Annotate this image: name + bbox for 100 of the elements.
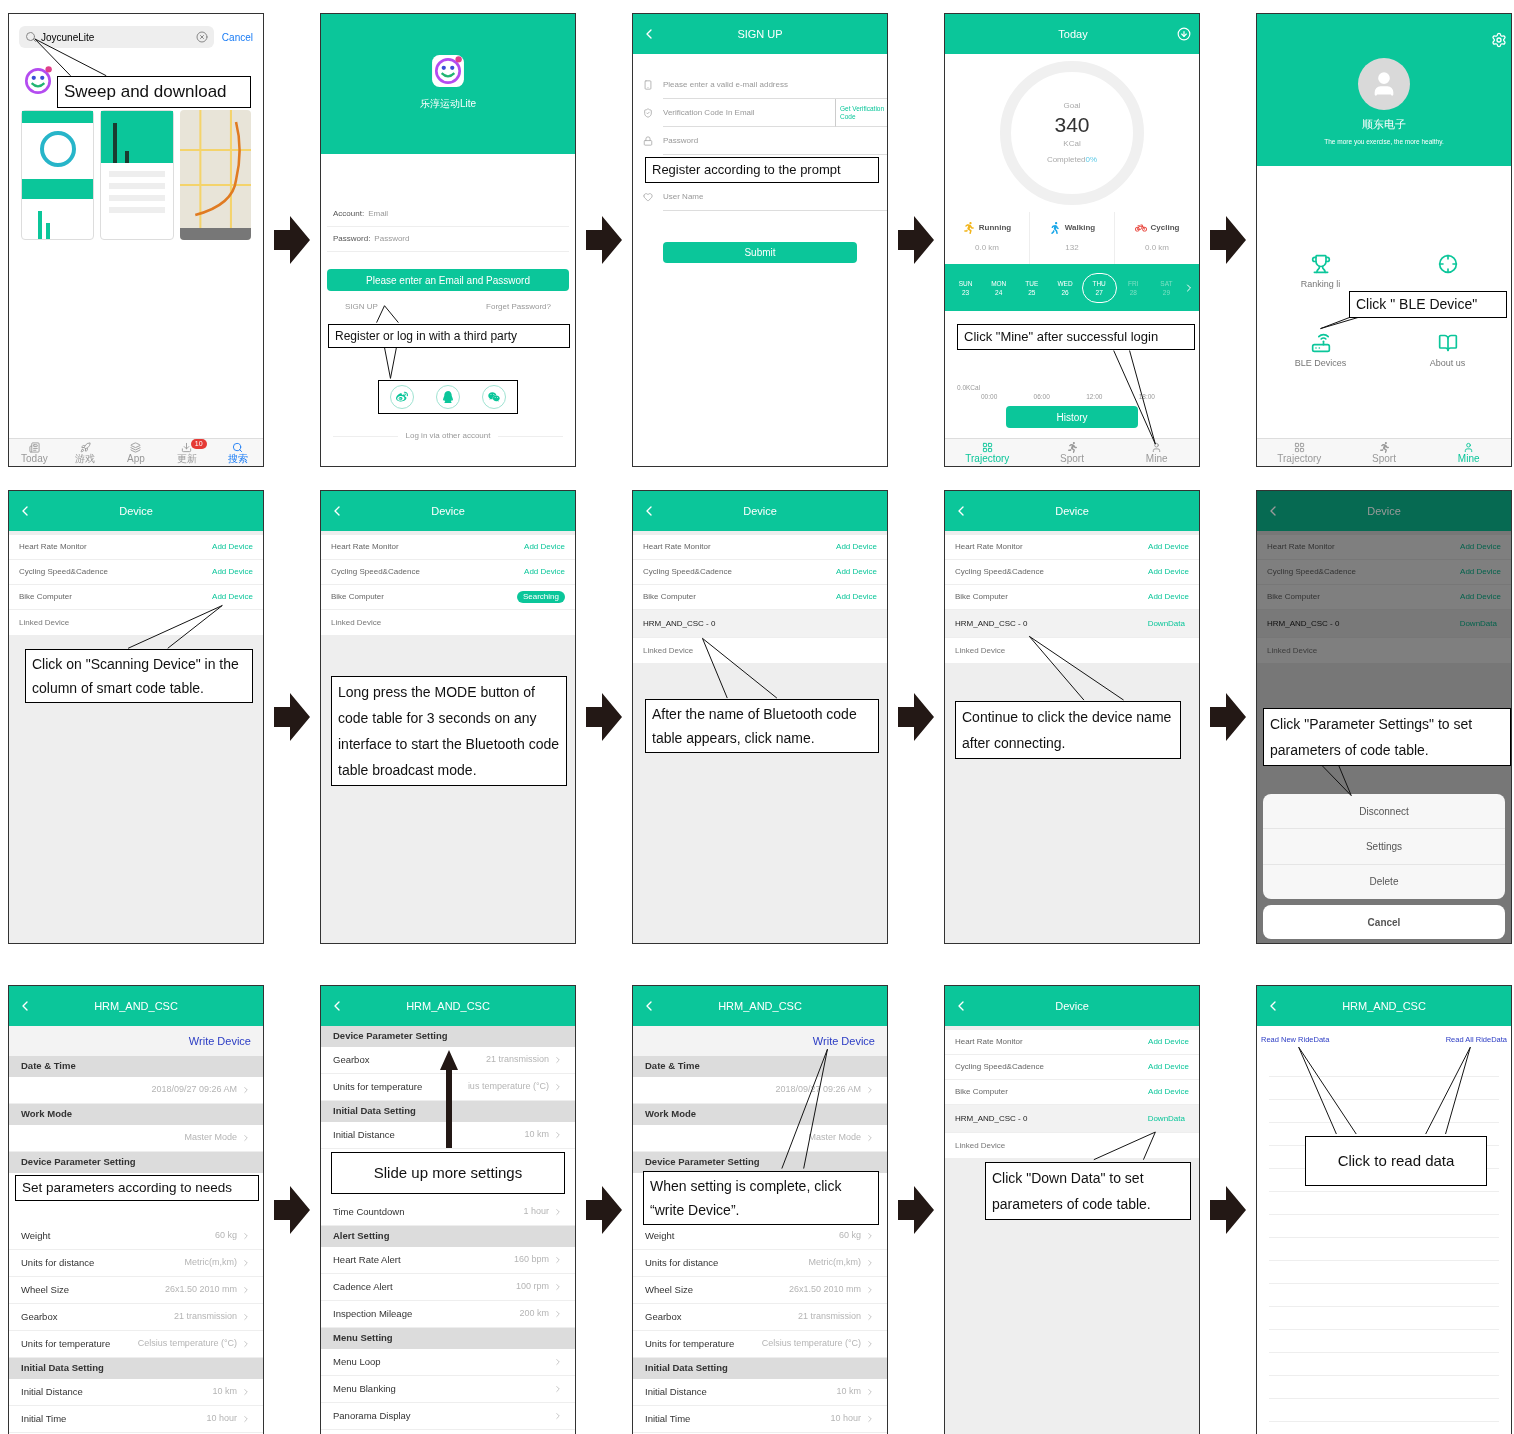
- sensor-row[interactable]: Heart Rate Monitor Add Device: [9, 535, 263, 560]
- sensor-row[interactable]: Bike Computer Add Device: [9, 585, 263, 610]
- setting-row[interactable]: Panorama Display: [321, 1403, 575, 1430]
- input-field[interactable]: Password: [663, 127, 887, 155]
- chevron-icon: [553, 1384, 563, 1394]
- chevron-icon: [865, 1387, 875, 1397]
- write-device-link[interactable]: Write Device: [812, 1032, 875, 1050]
- setting-row[interactable]: Gearbox 21 transmission: [9, 1304, 263, 1331]
- search-field[interactable]: JoycuneLite: [19, 26, 214, 48]
- tab-button[interactable]: Trajectory: [1257, 439, 1342, 466]
- device-row[interactable]: HRM_AND_CSC - 0 DownData: [945, 610, 1199, 638]
- setting-row[interactable]: Menu Blanking: [321, 1376, 575, 1403]
- sensor-row[interactable]: Bike Computer Add Device: [633, 585, 887, 610]
- setting-row[interactable]: Initial Distance 10 km: [9, 1379, 263, 1406]
- sensor-row[interactable]: Heart Rate Monitor Add Device: [945, 1030, 1199, 1055]
- callout-text: Click to read data: [1305, 1136, 1487, 1186]
- sensor-row[interactable]: Heart Rate Monitor Add Device: [321, 535, 575, 560]
- sensor-row[interactable]: Bike Computer Add Device: [945, 1080, 1199, 1105]
- callout-text: Click on "Scanning Device" in the column of smart code table.: [25, 649, 253, 703]
- section-header: Work Mode: [633, 1104, 887, 1125]
- sensor-row[interactable]: Cycling Speed&Cadence Add Device: [1257, 560, 1511, 585]
- download-icon[interactable]: [1177, 27, 1191, 41]
- tab-button[interactable]: App: [110, 439, 162, 466]
- sensor-row[interactable]: Bike Computer Add Device: [945, 585, 1199, 610]
- menu-item[interactable]: BLE Devices: [1294, 332, 1347, 370]
- sensor-row[interactable]: Heart Rate Monitor Add Device: [945, 535, 1199, 560]
- shield-icon: [643, 108, 653, 118]
- setting-row[interactable]: Gearbox 21 transmission: [633, 1304, 887, 1331]
- callout-text: After the name of Bluetooth code table appears, click name.: [645, 699, 879, 753]
- cancel-link[interactable]: Cancel: [221, 29, 253, 45]
- lock-icon: [643, 136, 653, 146]
- device-row[interactable]: HRM_AND_CSC - 0: [633, 610, 887, 638]
- router-icon: [1310, 332, 1331, 353]
- chevron-icon: [865, 1339, 875, 1349]
- callout-text: Click "Down Data" to set parameters of code table.: [985, 1162, 1191, 1220]
- right-arrow-icon: [586, 216, 622, 264]
- menu-item[interactable]: About us: [1429, 332, 1466, 370]
- screen-title: HRM_AND_CSC: [717, 998, 803, 1014]
- write-device-link[interactable]: Write Device: [188, 1032, 251, 1050]
- sensor-row[interactable]: Cycling Speed&Cadence Add Device: [945, 560, 1199, 585]
- sensor-row[interactable]: Cycling Speed&Cadence Add Device: [9, 560, 263, 585]
- stat-value: 0.0 km: [1145, 242, 1169, 254]
- sensor-row[interactable]: Heart Rate Monitor Add Device: [1257, 535, 1511, 560]
- callout-text: Register according to the prompt: [645, 157, 879, 183]
- tab-button[interactable]: 游戏: [59, 439, 111, 466]
- menu-item[interactable]: Ranking li: [1300, 254, 1341, 292]
- user-name: 顺东电子: [1362, 117, 1406, 132]
- setting-row[interactable]: Menu Loop: [321, 1349, 575, 1376]
- input-field[interactable]: Password: [374, 233, 563, 245]
- sensor-row[interactable]: Bike Computer Add Device: [1257, 585, 1511, 610]
- device-row[interactable]: HRM_AND_CSC - 0 DownData: [945, 1105, 1199, 1133]
- phone-icon: [643, 80, 653, 90]
- clear-icon[interactable]: [195, 31, 208, 43]
- input-field[interactable]: Please enter a valid e-mail address: [663, 71, 887, 99]
- setting-row[interactable]: Wheel Size 26x1.50 2010 mm: [9, 1277, 263, 1304]
- footer-text: Log in via other account: [405, 430, 491, 442]
- text-link[interactable]: SIGN UP: [345, 301, 378, 313]
- sensor-row[interactable]: Cycling Speed&Cadence Add Device: [321, 560, 575, 585]
- callout-text: Long press the MODE button of code table for 3 seconds on any interface to start the Bluetooth code table broadcast mode.: [331, 676, 567, 786]
- section-header: Alert Setting: [321, 1226, 575, 1247]
- setting-row[interactable]: Initial Time 10 hour: [633, 1406, 887, 1433]
- chevron-icon: [865, 1085, 875, 1095]
- screen-title: Device: [430, 503, 466, 519]
- chevron-icon: [553, 1255, 563, 1265]
- setting-row[interactable]: Weight 60 kg: [9, 1223, 263, 1250]
- input-field[interactable]: Verification Code In Email: [663, 99, 835, 127]
- sheet-option-button[interactable]: Disconnect: [1263, 794, 1505, 829]
- sheet-option-button[interactable]: Settings: [1263, 828, 1505, 864]
- right-arrow-icon: [898, 693, 934, 741]
- tab-button[interactable]: Mine: [1114, 439, 1199, 466]
- sensor-row[interactable]: Cycling Speed&Cadence Add Device: [945, 1055, 1199, 1080]
- cancel-button[interactable]: Cancel: [1263, 905, 1505, 939]
- settings-icon[interactable]: [1491, 32, 1507, 48]
- setting-row[interactable]: Initial Distance 10 km: [633, 1379, 887, 1406]
- sensor-row[interactable]: Heart Rate Monitor Add Device: [633, 535, 887, 560]
- sensor-row[interactable]: Bike Computer Searching: [321, 585, 575, 610]
- chevron-icon: [553, 1282, 563, 1292]
- chevron-icon: [865, 1312, 875, 1322]
- screen-title: Device: [1366, 503, 1402, 519]
- sheet-option-button[interactable]: Delete: [1263, 863, 1505, 899]
- search-icon: [232, 441, 244, 453]
- tab-button[interactable]: Sport: [1341, 439, 1427, 466]
- setting-row[interactable]: Cadence Alert 100 rpm: [321, 1274, 575, 1301]
- tab-button[interactable]: Today: [9, 439, 60, 466]
- right-arrow-icon: [586, 1185, 622, 1234]
- smiley-logo-icon: [431, 54, 465, 88]
- input-field[interactable]: Email: [368, 208, 563, 220]
- text-link[interactable]: Forget Password?: [486, 301, 551, 313]
- runner-icon: [1066, 441, 1078, 453]
- setting-row[interactable]: Heart Rate Alert 160 bpm: [321, 1247, 575, 1274]
- setting-row[interactable]: Initial Time 10 hour: [9, 1406, 263, 1433]
- tab-button[interactable]: 搜索: [212, 439, 263, 466]
- chevron-icon: [241, 1285, 251, 1295]
- goal-label: Goal: [1063, 100, 1081, 112]
- setting-row[interactable]: Wheel Size 26x1.50 2010 mm: [633, 1277, 887, 1304]
- setting-row[interactable]: Units for distance Metric(m,km): [9, 1250, 263, 1277]
- setting-row[interactable]: Units for distance Metric(m,km): [633, 1250, 887, 1277]
- menu-item[interactable]: [1437, 254, 1458, 274]
- tab-button[interactable]: Sport: [1029, 439, 1115, 466]
- sensor-row[interactable]: Cycling Speed&Cadence Add Device: [633, 560, 887, 585]
